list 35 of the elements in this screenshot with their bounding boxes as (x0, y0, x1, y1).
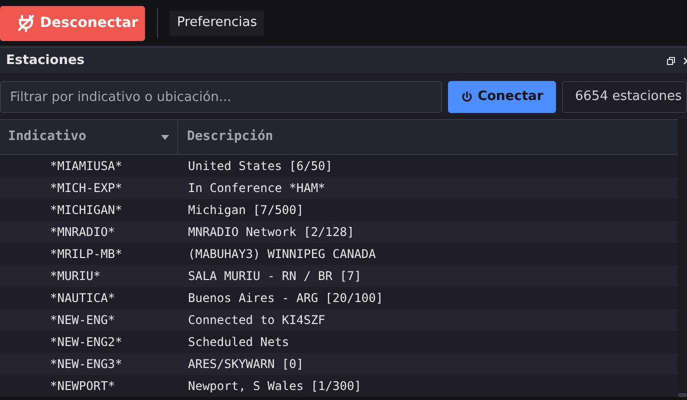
panel-title: Estaciones (6, 52, 85, 70)
description-cell-text: SALA MURIU - RN / BR [7] (188, 268, 362, 285)
column-header[interactable]: Indicativo (0, 120, 178, 154)
scrollbar[interactable] (678, 119, 687, 397)
callsign-cell-text: *MICHIGAN* (49, 202, 124, 219)
float-icon[interactable] (667, 56, 675, 64)
unplug-icon (16, 13, 36, 33)
callsign-cell-text: *MRILP-MB* (49, 246, 124, 263)
preferences-button[interactable]: Preferencias (170, 10, 264, 36)
callsign-cell-text: *NEWPORT* (49, 378, 116, 395)
description-cell-text: Connected to KI4SZF (188, 312, 326, 329)
description-cell-text: ARES/SKYWARN [0] (188, 356, 304, 373)
callsign-cell-text: *NEW-ENG2* (49, 334, 124, 351)
filter-field[interactable]: Filtrar por indicativo o ubicación... (0, 81, 442, 113)
power-icon (460, 91, 473, 103)
connect-button[interactable]: Conectar (448, 81, 556, 113)
callsign-cell-text: *NEW-ENG3* (49, 356, 124, 373)
description-cell-text: United States [6/50] (188, 158, 332, 175)
column-header[interactable]: Descripción (178, 120, 282, 154)
callsign-cell-text: *NEW-ENG* (49, 312, 116, 329)
callsign-cell-text: *MICH-EXP* (49, 180, 124, 197)
description-cell-text: Michigan [7/500] (188, 202, 304, 219)
station-count: 6654 estaciones (562, 81, 687, 113)
callsign-cell-text: *MURIU* (49, 268, 102, 285)
description-cell-text: Scheduled Nets (188, 334, 290, 351)
description-cell-text: In Conference *HAM* (188, 180, 326, 197)
description-cell-text: Newport, S Wales [1/300] (188, 378, 362, 395)
description-cell-text: (MABUHAY3) WINNIPEG CANADA (188, 246, 376, 263)
description-cell-text: Buenos Aires - ARG [20/100] (188, 290, 384, 307)
callsign-cell-text: *NAUTICA* (49, 290, 116, 307)
disconnect-button[interactable]: Desconectar (0, 6, 145, 40)
callsign-cell-text: *MNRADIO* (49, 224, 116, 241)
caret-icon (161, 134, 169, 140)
callsign-cell-text: *MIAMIUSA* (49, 158, 124, 175)
description-cell-text: MNRADIO Network [2/128] (188, 224, 354, 241)
